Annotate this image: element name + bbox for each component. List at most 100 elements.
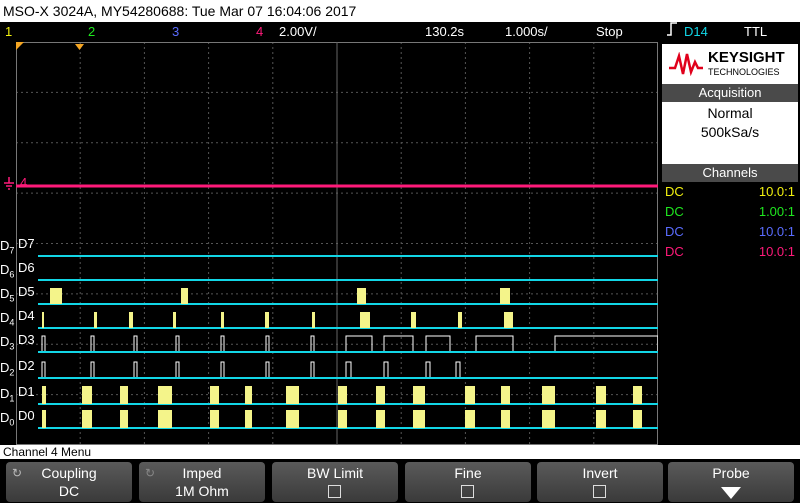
channel-row-3[interactable]: DC 10.0:1: [662, 222, 798, 241]
digital-pulse: [376, 386, 385, 404]
menu-title: Channel 4 Menu: [3, 445, 92, 459]
arrow-down-icon: [721, 486, 741, 502]
brand-subtitle: TECHNOLOGIES: [708, 67, 780, 77]
digital-pulse: [500, 288, 510, 304]
digital-channel-label[interactable]: D2: [18, 358, 35, 373]
digital-pulse: [286, 386, 299, 404]
digital-pulse: [210, 410, 219, 428]
digital-pulse: [82, 410, 92, 428]
digital-channel-index: D1: [0, 386, 15, 404]
acquisition-title: Acquisition: [662, 84, 798, 102]
imped-value: 1M Ohm: [175, 483, 229, 499]
digital-pulse: [596, 410, 606, 428]
coupling-value: DC: [58, 483, 80, 499]
digital-pulse: [173, 312, 176, 328]
channel-probe-ratio: 10.0:1: [758, 184, 795, 199]
ch4-ground-marker[interactable]: [2, 176, 16, 195]
digital-pulse: [221, 312, 224, 328]
digital-channel-index: D4: [0, 310, 15, 328]
digital-pulse: [504, 312, 513, 328]
channel-row-2[interactable]: DC 1.00:1: [662, 202, 798, 221]
digital-pulse: [376, 410, 385, 428]
digital-channel-label[interactable]: D5: [18, 284, 35, 299]
digital-pulse: [633, 386, 642, 404]
run-state: Stop: [596, 24, 623, 39]
vertical-scale: 2.00V/: [279, 24, 317, 39]
digital-pulse: [465, 410, 475, 428]
probe-softkey[interactable]: Probe: [668, 462, 794, 502]
imped-softkey[interactable]: ↻ Imped 1M Ohm: [139, 462, 265, 502]
ch4-marker-label: 4: [20, 175, 28, 190]
channel-probe-ratio: 10.0:1: [758, 224, 795, 239]
status-bar: 1 2 3 4 2.00V/ 130.2s 1.000s/ Stop: [0, 22, 660, 42]
digital-pulse: [120, 410, 128, 428]
channel-coupling: DC: [665, 184, 684, 199]
left-trigger-marker: [16, 42, 24, 50]
channel-row-4[interactable]: DC 10.0:1: [662, 242, 798, 261]
trigger-source: D14: [684, 24, 708, 39]
digital-channel-label[interactable]: D3: [18, 332, 35, 347]
digital-pulse: [312, 312, 315, 328]
digital-pulse: [338, 410, 347, 428]
digital-channel-label[interactable]: D7: [18, 236, 35, 251]
channel-1-indicator[interactable]: 1: [5, 22, 12, 42]
digital-pulse: [245, 410, 252, 428]
coupling-softkey[interactable]: ↻ Coupling DC: [6, 462, 132, 502]
trigger-slope-icon: [666, 22, 678, 42]
digital-pulse: [633, 410, 642, 428]
digital-channel-label[interactable]: D6: [18, 260, 35, 275]
digital-pulse: [501, 386, 510, 404]
menu-title-bar: Channel 4 Menu: [0, 445, 800, 459]
digital-pulse: [245, 386, 252, 404]
bw-limit-softkey[interactable]: BW Limit: [272, 462, 398, 502]
digital-channel-index: D6: [0, 262, 15, 280]
digital-pulse: [286, 410, 299, 428]
digital-pulse: [413, 410, 425, 428]
digital-wave: [38, 361, 658, 379]
invert-softkey[interactable]: Invert: [537, 462, 663, 502]
digital-pulse: [501, 410, 510, 428]
channel-2-indicator[interactable]: 2: [88, 22, 95, 42]
time-per-div: 1.000s/: [505, 24, 548, 39]
channel-3-indicator[interactable]: 3: [172, 22, 179, 42]
digital-pulse: [129, 312, 133, 328]
digital-pulse: [465, 386, 475, 404]
digital-pulse: [94, 312, 97, 328]
digital-channel-label[interactable]: D4: [18, 308, 35, 323]
acq-mode: Normal: [707, 105, 753, 121]
digital-pulse: [42, 312, 44, 328]
title-text: MSO-X 3024A, MY54280688: Tue Mar 07 16:0…: [3, 3, 357, 19]
fine-label: Fine: [454, 465, 482, 481]
side-panel: KEYSIGHT TECHNOLOGIES Acquisition Normal…: [660, 42, 800, 445]
acquisition-panel: Normal 500kSa/s: [662, 102, 798, 164]
channel-coupling: DC: [665, 204, 684, 219]
fine-softkey[interactable]: Fine: [405, 462, 531, 502]
time-offset: 130.2s: [425, 24, 465, 39]
digital-channel-label[interactable]: D0: [18, 408, 35, 423]
digital-channel-index: D7: [0, 238, 15, 256]
digital-pulse: [542, 386, 555, 404]
digital-channel-index: D2: [0, 360, 15, 378]
fine-checkbox[interactable]: [461, 485, 474, 498]
digital-channel-index: D3: [0, 334, 15, 352]
digital-pulse: [158, 386, 172, 404]
digital-pulse: [542, 410, 555, 428]
digital-pulse: [360, 312, 370, 328]
time-reference-marker: [75, 44, 84, 50]
channel-row-1[interactable]: DC 10.0:1: [662, 182, 798, 201]
digital-pulse: [42, 386, 46, 404]
bw-limit-checkbox[interactable]: [328, 485, 341, 498]
keysight-logo: KEYSIGHT TECHNOLOGIES: [662, 44, 798, 84]
channel-4-indicator[interactable]: 4: [256, 22, 263, 42]
waveform-display[interactable]: [16, 42, 658, 445]
imped-label: Imped: [182, 465, 222, 481]
digital-pulse: [42, 410, 46, 428]
probe-label: Probe: [712, 465, 750, 481]
invert-checkbox[interactable]: [593, 485, 606, 498]
invert-label: Invert: [582, 465, 618, 481]
digital-pulse: [411, 312, 416, 328]
digital-pulse: [82, 386, 92, 404]
digital-pulse: [181, 288, 188, 304]
channel-coupling: DC: [665, 244, 684, 259]
digital-channel-label[interactable]: D1: [18, 384, 35, 399]
